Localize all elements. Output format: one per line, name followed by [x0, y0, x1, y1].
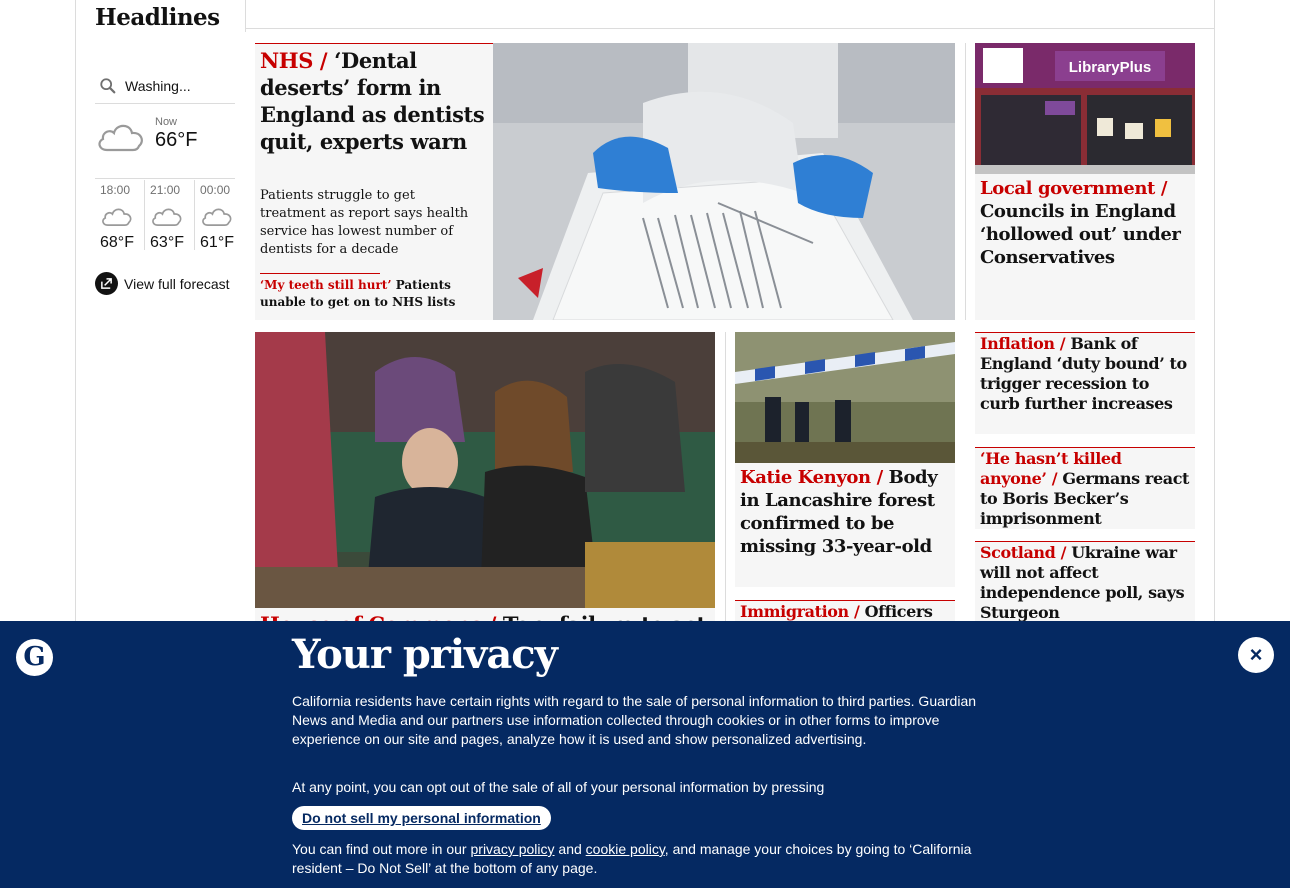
story-photo: LibraryPlus: [975, 43, 1195, 174]
privacy-policy-link[interactable]: privacy policy: [471, 841, 555, 857]
privacy-paragraph: At any point, you can opt out of the sal…: [292, 779, 825, 795]
story-kicker: Scotland /: [980, 543, 1072, 562]
story-standfirst: Patients struggle to get treatment as re…: [260, 188, 469, 257]
story-title: Officers: [864, 602, 933, 621]
story-card-local-government[interactable]: LibraryPlus Local government / Councils …: [975, 43, 1195, 320]
weather-now-label: Now: [155, 116, 178, 128]
story-kicker: Katie Kenyon /: [740, 467, 889, 488]
story-headline[interactable]: Inflation / Bank of England ‘duty bound’…: [980, 334, 1192, 414]
privacy-paragraph: You can find out more in our privacy pol…: [292, 840, 1002, 878]
sublink[interactable]: ‘My teeth still hurt’ Patients unable to…: [260, 277, 480, 311]
cookie-policy-link[interactable]: cookie policy: [586, 841, 665, 857]
weather-now-temp: 66°F: [155, 129, 198, 151]
story-kicker: Immigration /: [740, 602, 865, 621]
story-photo: [735, 332, 955, 463]
svg-text:LibraryPlus: LibraryPlus: [1069, 59, 1152, 76]
divider: [725, 332, 726, 632]
story-kicker: Inflation /: [980, 334, 1071, 353]
story-headline[interactable]: ‘He hasn’t killed anyone’ / Germans reac…: [980, 449, 1192, 529]
cloud-icon: [102, 208, 132, 227]
view-full-forecast-link[interactable]: View full forecast: [95, 272, 230, 295]
card-rule: [975, 541, 1195, 542]
story-headline[interactable]: Scotland / Ukraine war will not affect i…: [980, 543, 1192, 623]
guardian-logo: G: [16, 639, 53, 676]
forecast-time: 18:00: [100, 183, 131, 197]
close-icon: ×: [1249, 642, 1263, 667]
story-photo: [493, 43, 955, 320]
do-not-sell-button[interactable]: Do not sell my personal information: [292, 806, 551, 830]
story-kicker: NHS /: [260, 48, 335, 73]
story-card-nhs[interactable]: NHS / ‘Dental deserts’ form in England a…: [255, 43, 955, 320]
card-rule: [735, 600, 955, 601]
divider: [965, 43, 966, 320]
story-card-house-of-commons[interactable]: House of Commons / Tory failure to act: [255, 332, 715, 632]
weather-location: Washing...: [125, 77, 191, 94]
story-photo: [255, 332, 715, 608]
cloud-icon: [152, 208, 182, 227]
story-headline[interactable]: NHS / ‘Dental deserts’ form in England a…: [260, 47, 488, 155]
story-card-katie-kenyon[interactable]: Katie Kenyon / Body in Lancashire forest…: [735, 332, 955, 587]
privacy-text: and: [554, 841, 586, 857]
cloud-icon: [202, 208, 232, 227]
story-headline[interactable]: Katie Kenyon / Body in Lancashire forest…: [740, 466, 952, 558]
forecast-temp: 68°F: [100, 234, 134, 251]
story-card-inflation[interactable]: Inflation / Bank of England ‘duty bound’…: [975, 332, 1195, 434]
view-full-forecast-label: View full forecast: [124, 275, 230, 292]
section-title: Headlines: [95, 4, 220, 31]
privacy-paragraph: California residents have certain rights…: [292, 693, 977, 747]
weather-now: Now 66°F: [95, 113, 235, 179]
search-icon: [100, 77, 116, 93]
privacy-title: Your privacy: [292, 631, 558, 678]
guardian-logo-letter: G: [23, 641, 46, 672]
story-title: Councils in England ‘hollowed out’ under…: [980, 201, 1181, 268]
card-rule: [975, 332, 1195, 333]
forecast-temp: 61°F: [200, 234, 234, 251]
cloud-icon: [98, 124, 143, 152]
forecast-slot: 18:00 68°F: [95, 180, 146, 251]
weather-location-search[interactable]: Washing...: [95, 68, 235, 104]
forecast-slot: 21:00 63°F: [145, 180, 196, 251]
privacy-text: You can find out more in our: [292, 841, 471, 857]
story-kicker: Local government /: [980, 178, 1168, 199]
external-link-icon: [95, 272, 118, 295]
privacy-banner: G Your privacy California residents have…: [0, 621, 1290, 888]
weather-forecast: 18:00 68°F 21:00 63°F 00:00 61°F: [95, 180, 245, 251]
close-button[interactable]: ×: [1238, 637, 1274, 673]
sublink-kicker: ‘My teeth still hurt’: [260, 278, 396, 292]
story-card-scotland[interactable]: Scotland / Ukraine war will not affect i…: [975, 541, 1195, 631]
forecast-slot: 00:00 61°F: [195, 180, 245, 251]
forecast-time: 21:00: [150, 183, 181, 197]
divider: [245, 28, 1214, 29]
forecast-time: 00:00: [200, 183, 231, 197]
story-headline[interactable]: Local government / Councils in England ‘…: [980, 177, 1192, 269]
sub-link-rule: [260, 273, 380, 274]
story-card-becker[interactable]: ‘He hasn’t killed anyone’ / Germans reac…: [975, 447, 1195, 529]
story-headline[interactable]: Immigration / Officers: [740, 602, 952, 622]
card-rule: [975, 447, 1195, 448]
forecast-temp: 63°F: [150, 234, 184, 251]
